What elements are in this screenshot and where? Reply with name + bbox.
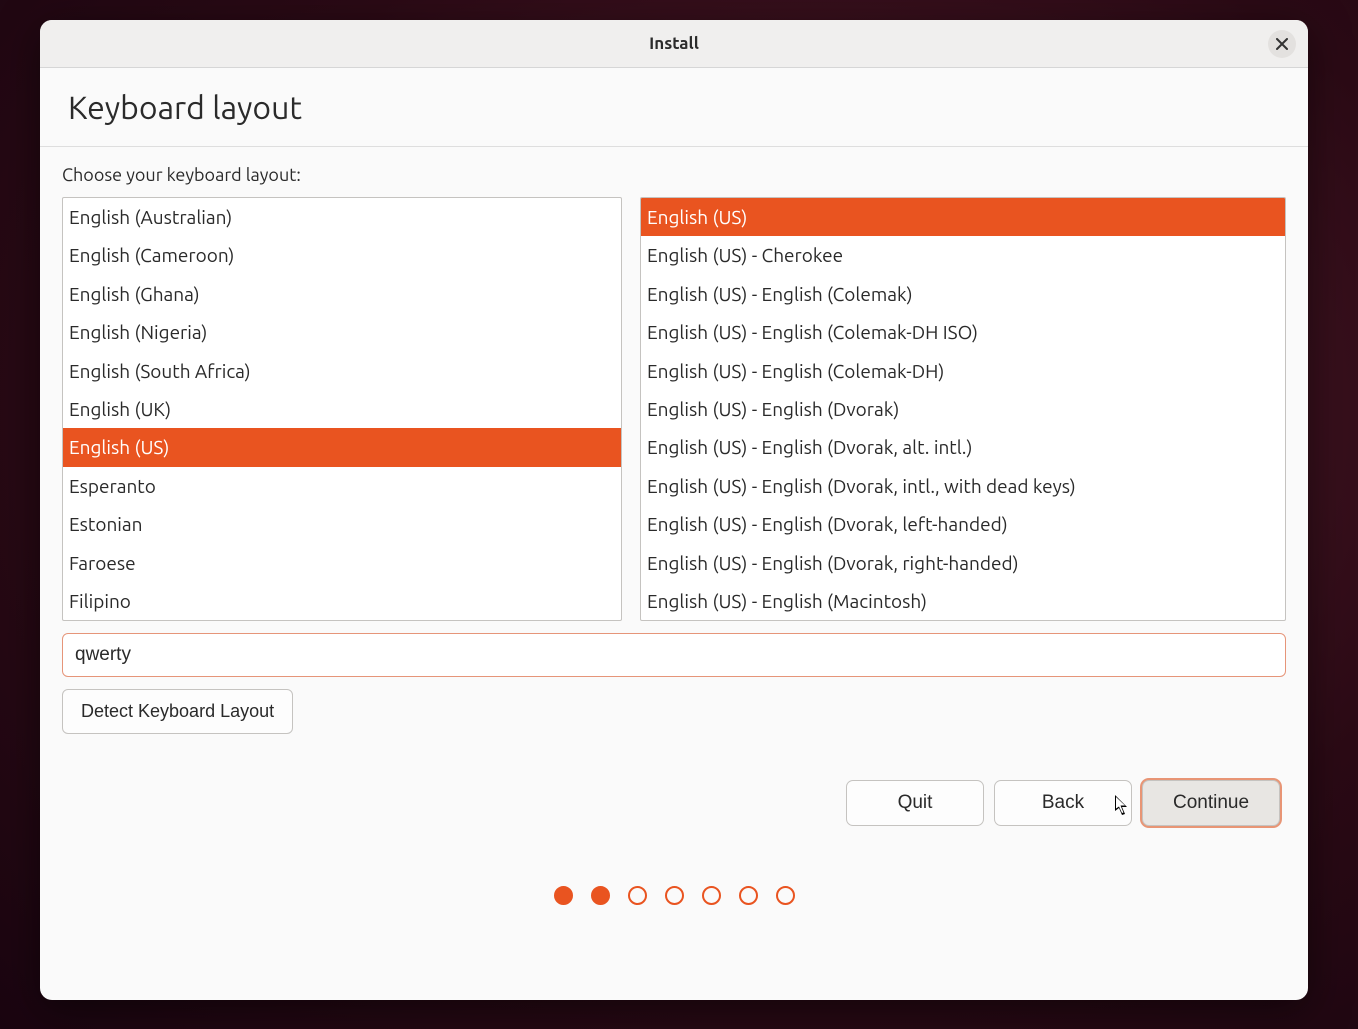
list-item[interactable]: English (Cameroon) [63,236,621,274]
variant-listbox[interactable]: English (US)English (US) - CherokeeEngli… [640,197,1286,621]
list-item[interactable]: English (US) - English (Dvorak, right-ha… [641,544,1285,582]
list-item[interactable]: English (US) - English (Norman) [641,620,1285,621]
progress-stepper [62,886,1286,925]
back-button[interactable]: Back [994,780,1132,826]
list-item[interactable]: English (US) - English (Dvorak) [641,390,1285,428]
page-title: Keyboard layout [68,90,1280,126]
list-item[interactable]: Esperanto [63,467,621,505]
step-dot [591,886,610,905]
installer-window: Install Keyboard layout Choose your keyb… [40,20,1308,1000]
list-item[interactable]: English (US) [63,428,621,466]
window-title: Install [40,34,1308,53]
quit-button[interactable]: Quit [846,780,984,826]
list-item[interactable]: English (UK) [63,390,621,428]
list-item[interactable]: English (US) - English (Colemak-DH) [641,352,1285,390]
list-item[interactable]: English (Nigeria) [63,313,621,351]
prompt-label: Choose your keyboard layout: [62,165,1286,185]
step-dot [628,886,647,905]
content-area: Choose your keyboard layout: English (Au… [40,147,1308,1000]
navigation-buttons: Quit Back Continue [62,780,1286,826]
titlebar: Install [40,20,1308,68]
detect-layout-button[interactable]: Detect Keyboard Layout [62,689,293,734]
continue-button[interactable]: Continue [1142,780,1280,826]
list-item[interactable]: English (US) - English (Dvorak, intl., w… [641,467,1285,505]
close-icon [1276,38,1288,50]
list-item[interactable]: English (Australian) [63,198,621,236]
step-dot [702,886,721,905]
list-item[interactable]: Faroese [63,544,621,582]
step-dot [739,886,758,905]
list-item[interactable]: Filipino [63,582,621,620]
keyboard-test-input[interactable] [62,633,1286,677]
list-item[interactable]: English (US) - English (Dvorak, left-han… [641,505,1285,543]
step-dot [554,886,573,905]
language-listbox[interactable]: English (Australian)English (Cameroon)En… [62,197,622,621]
list-item[interactable]: Finnish [63,620,621,621]
list-item[interactable]: English (US) [641,198,1285,236]
list-item[interactable]: English (US) - English (Macintosh) [641,582,1285,620]
list-item[interactable]: English (US) - English (Colemak) [641,275,1285,313]
list-item[interactable]: English (US) - English (Dvorak, alt. int… [641,428,1285,466]
step-dot [776,886,795,905]
list-item[interactable]: Estonian [63,505,621,543]
page-header: Keyboard layout [40,68,1308,147]
step-dot [665,886,684,905]
list-item[interactable]: English (US) - English (Colemak-DH ISO) [641,313,1285,351]
list-item[interactable]: English (South Africa) [63,352,621,390]
list-item[interactable]: English (Ghana) [63,275,621,313]
layout-columns: English (Australian)English (Cameroon)En… [62,197,1286,621]
close-button[interactable] [1268,30,1296,58]
list-item[interactable]: English (US) - Cherokee [641,236,1285,274]
